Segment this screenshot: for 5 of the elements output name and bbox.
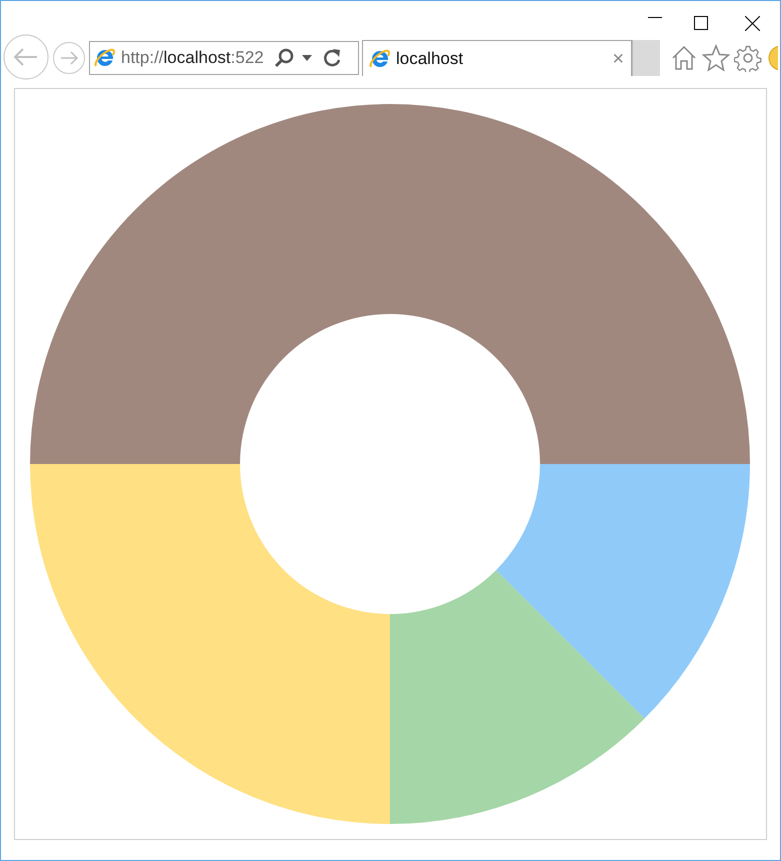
tab-title: localhost <box>396 48 464 70</box>
browser-tab[interactable]: localhost × <box>362 40 632 76</box>
address-field[interactable]: http://localhost:522 <box>89 41 359 75</box>
tab-close-button[interactable]: × <box>612 44 624 74</box>
url-text: http://localhost:522 <box>121 47 264 70</box>
